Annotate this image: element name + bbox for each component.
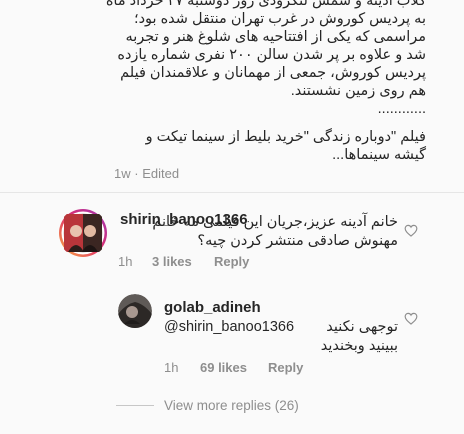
comment-likes[interactable]: 3 likes	[152, 254, 192, 269]
reply-button[interactable]: Reply	[268, 360, 303, 375]
reply-username[interactable]: golab_adineh	[164, 299, 261, 316]
reply-button[interactable]: Reply	[214, 254, 249, 269]
divider	[0, 192, 464, 193]
post-caption: گلاب آدینه و شمس لنگرودی روز دوشنبه ۲۷ خ…	[60, 0, 426, 164]
reply-text-body: توجهی نکنید ببینید وبخندید	[320, 319, 398, 354]
caption-edited: Edited	[142, 166, 180, 181]
avatar[interactable]	[118, 294, 152, 328]
caption-line: ............	[377, 101, 426, 117]
caption-line: گلاب آدینه و شمس لنگرودی روز دوشنبه ۲۷ خ…	[105, 0, 426, 9]
reply-likes[interactable]: 69 likes	[200, 360, 247, 375]
caption-meta: 1w · Edited	[114, 166, 180, 181]
caption-line: پردیس کوروش، جمعی از مهمانان و علاقمندان…	[120, 65, 426, 81]
comment-text: خانم آدینه عزیز،جریان این فیلمی مه خانم …	[152, 214, 398, 249]
like-heart-icon[interactable]	[404, 224, 418, 237]
caption-line: هم روی زمین نشستند.	[290, 83, 426, 99]
caption-line: به پردیس کوروش در غرب تهران منتقل شده بو…	[133, 11, 426, 27]
caption-line: فیلم "دوباره زندگی "خرید بلیط از سینما ت…	[145, 129, 426, 145]
view-more-replies[interactable]: View more replies (26)	[116, 398, 299, 413]
view-more-label[interactable]: View more replies (26)	[164, 398, 299, 413]
caption-line: گیشه سینماها...	[332, 147, 426, 163]
caption-time: 1w	[114, 166, 131, 181]
caption-line: مراسمی که یکی از افتتاحیه های شلوغ هنر و…	[125, 29, 427, 45]
like-heart-icon[interactable]	[404, 312, 418, 325]
reply-time: 1h	[164, 360, 179, 375]
reply-text: @shirin_banoo1366 توجهی نکنید ببینید وبخ…	[164, 318, 398, 356]
comment-time: 1h	[118, 254, 133, 269]
avatar[interactable]	[58, 208, 108, 258]
view-more-line	[116, 405, 154, 406]
reply-mention[interactable]: @shirin_banoo1366	[164, 318, 294, 356]
caption-line: شد و علاوه بر پر شدن سالن ۲۰۰ نفری شماره…	[117, 47, 426, 63]
